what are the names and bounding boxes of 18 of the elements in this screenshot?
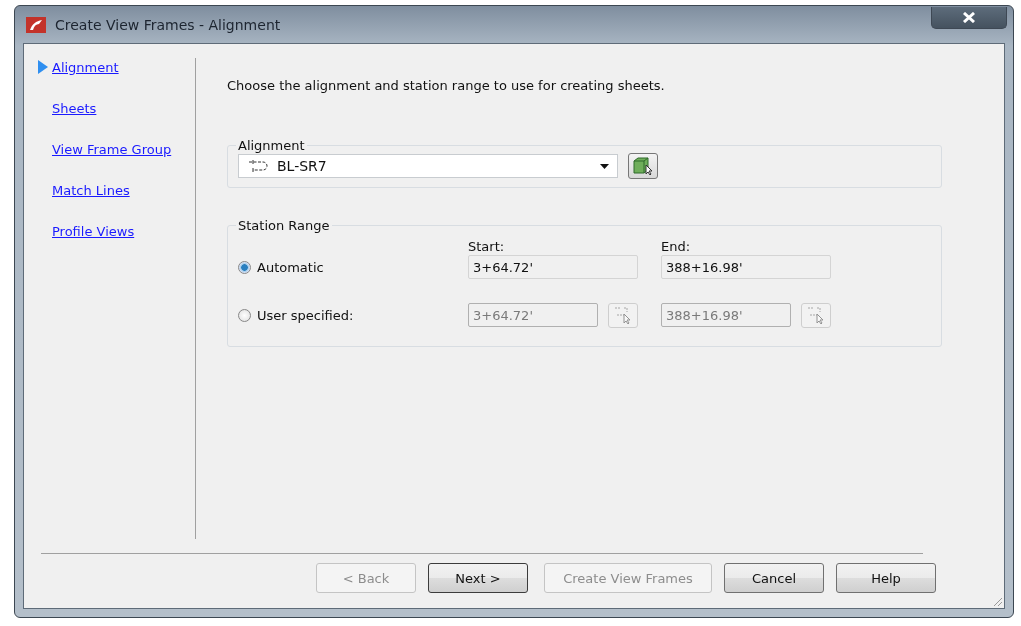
dialog-button[interactable]: Next > xyxy=(428,563,528,593)
instruction-text: Choose the alignment and station range to use for creating sheets. xyxy=(227,78,666,93)
dialog-button[interactable]: Cancel xyxy=(724,563,824,593)
start-station-field[interactable]: 3+64.72' xyxy=(468,255,638,279)
range-option[interactable]: Automatic xyxy=(238,254,468,280)
step-link[interactable]: View Frame Group xyxy=(52,141,172,157)
step-link[interactable]: Alignment xyxy=(52,59,119,75)
step-link[interactable]: Profile Views xyxy=(52,223,135,239)
end-label: End: xyxy=(661,239,692,254)
step-link[interactable]: Match Lines xyxy=(52,182,130,198)
dialog-button[interactable]: Help xyxy=(836,563,936,593)
end-station-field[interactable]: 388+16.98' xyxy=(661,255,831,279)
group-label: Station Range xyxy=(237,218,331,233)
start-label: Start: xyxy=(468,239,506,254)
window-title: Create View Frames - Alignment xyxy=(55,16,282,33)
alignment-dropdown[interactable]: BL-SR7 xyxy=(238,154,618,178)
step-link[interactable]: Sheets xyxy=(52,100,97,116)
group-label: Alignment xyxy=(237,138,306,153)
